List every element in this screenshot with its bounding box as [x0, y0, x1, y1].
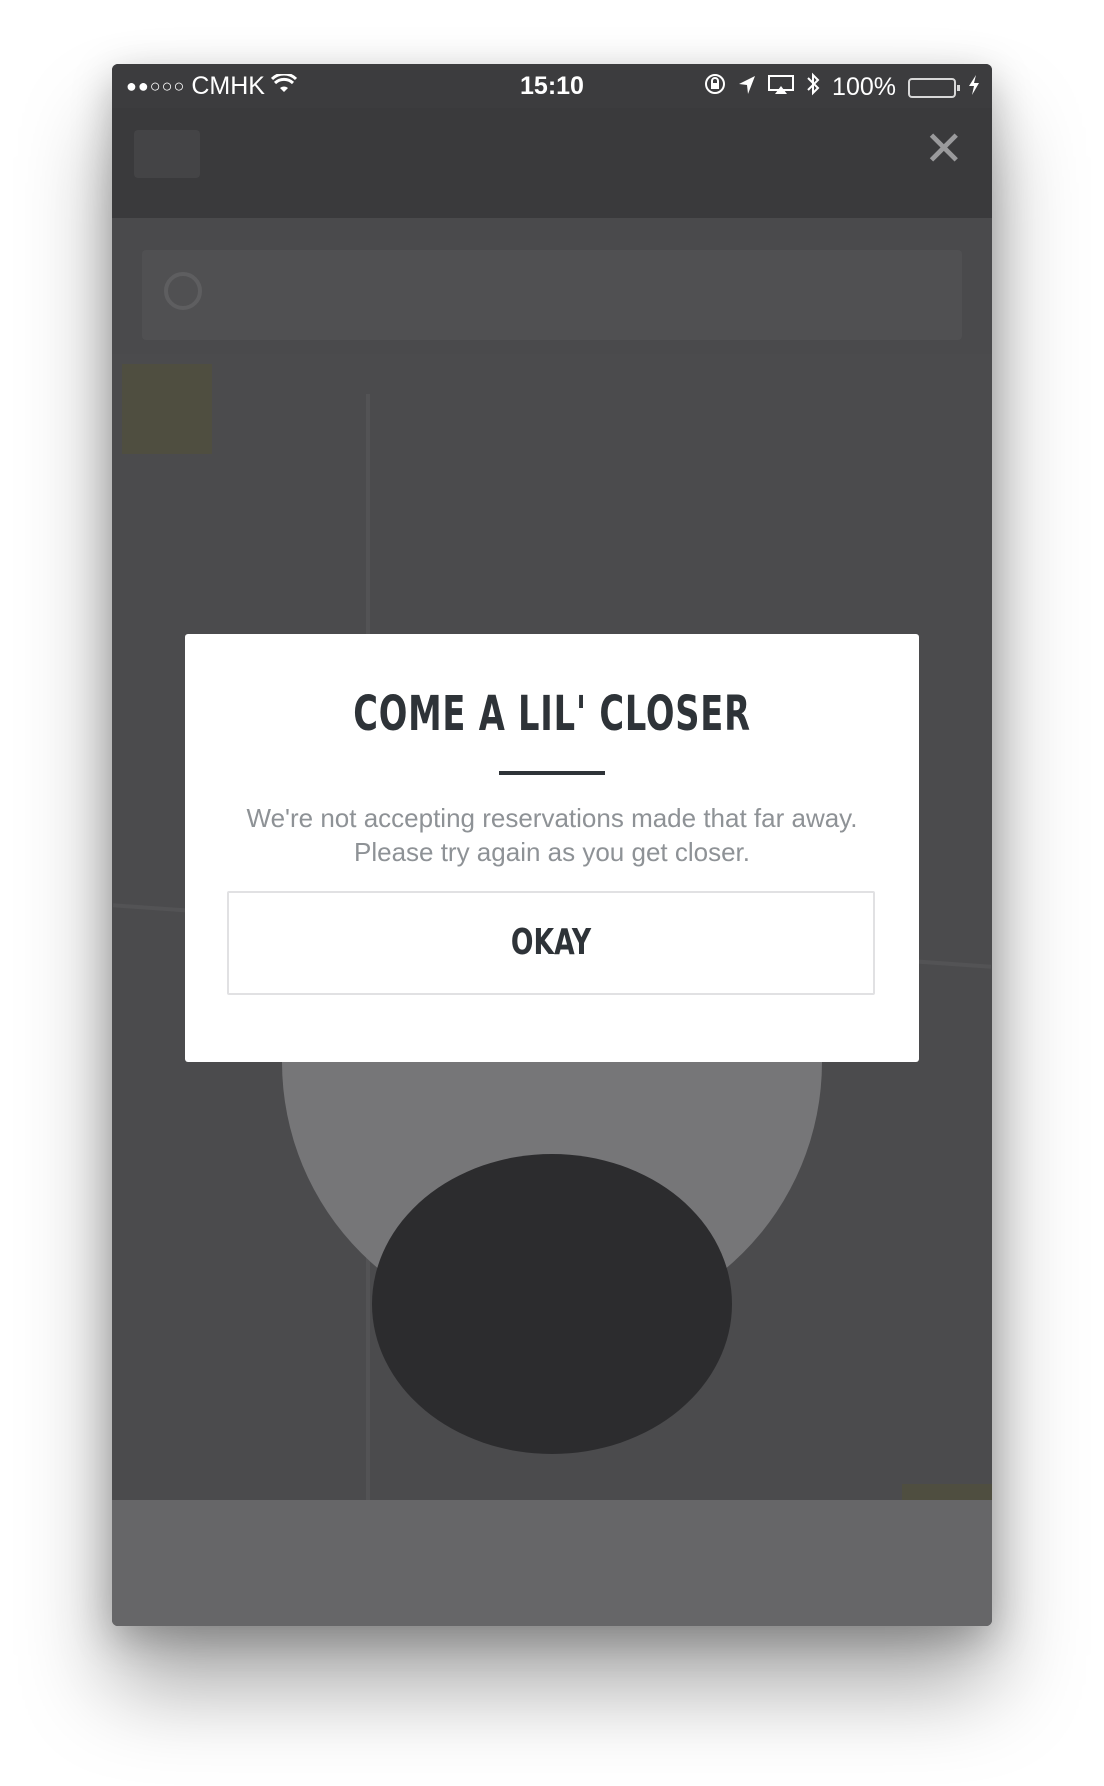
- bluetooth-icon: [806, 72, 820, 103]
- location-arrow-icon: [738, 73, 756, 102]
- menu-button[interactable]: [134, 130, 200, 178]
- phone-screen: ●●○○○ CMHK 15:10 100% ✕ COME A LIL' CLOS…: [112, 64, 992, 1626]
- dialog-message: We're not accepting reservations made th…: [246, 803, 858, 867]
- confirm-request-bar[interactable]: [112, 1500, 992, 1626]
- okay-button-label: OKAY: [510, 922, 592, 963]
- status-right: 100%: [704, 72, 980, 103]
- dialog-title: COME A LIL' CLOSER: [353, 686, 751, 742]
- pickup-pin-base: [372, 1154, 732, 1454]
- map-block: [122, 364, 212, 454]
- rotation-lock-icon: [704, 73, 726, 102]
- title-divider: [499, 771, 605, 775]
- battery-percentage: 100%: [832, 73, 896, 101]
- search-icon: [164, 272, 202, 310]
- okay-button[interactable]: OKAY: [227, 891, 875, 995]
- status-bar: ●●○○○ CMHK 15:10 100%: [112, 64, 992, 108]
- charging-bolt-icon: [968, 73, 980, 102]
- nav-bar: ✕: [112, 108, 992, 218]
- close-icon[interactable]: ✕: [924, 126, 964, 174]
- battery-icon: [908, 77, 960, 98]
- alert-dialog: COME A LIL' CLOSER We're not accepting r…: [185, 634, 919, 1062]
- search-bar[interactable]: [142, 250, 962, 340]
- airplay-icon: [768, 73, 795, 102]
